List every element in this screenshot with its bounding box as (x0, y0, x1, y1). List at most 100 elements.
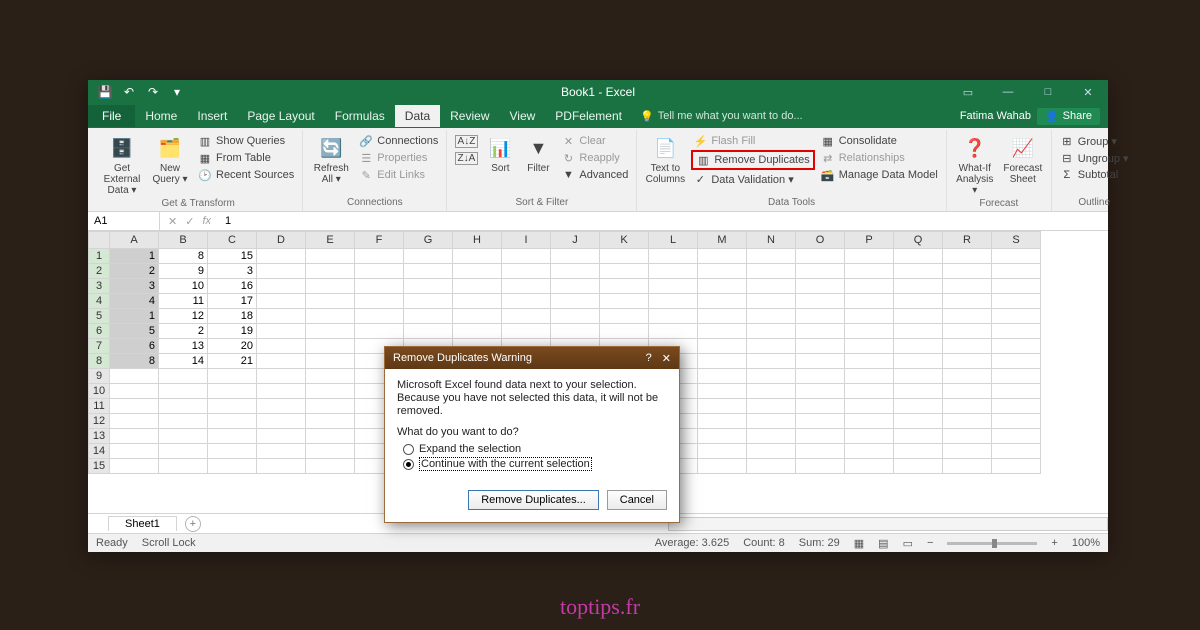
show-queries-button[interactable]: ▥Show Queries (196, 133, 296, 149)
sort-button[interactable]: 📊 Sort (483, 133, 517, 174)
flash-fill-button[interactable]: ⚡Flash Fill (691, 133, 814, 149)
redo-icon[interactable]: ↷ (144, 83, 162, 101)
sheet-tab[interactable]: Sheet1 (108, 516, 177, 531)
connections-button[interactable]: 🔗Connections (357, 133, 440, 149)
tab-view[interactable]: View (500, 105, 546, 127)
radio-icon (403, 444, 414, 455)
status-sum: Sum: 29 (799, 537, 840, 549)
forecast-sheet-button[interactable]: 📈 Forecast Sheet (1001, 133, 1045, 185)
view-layout-icon[interactable]: ▤ (878, 537, 888, 550)
recent-sources-button[interactable]: 🕑Recent Sources (196, 167, 296, 183)
sort-desc-icon: Z↓A (455, 152, 479, 165)
ribbon-options-icon[interactable]: ▭ (948, 80, 988, 104)
refresh-all-button[interactable]: 🔄 Refresh All ▾ (309, 133, 353, 185)
tab-file[interactable]: File (88, 105, 135, 127)
tab-review[interactable]: Review (440, 105, 499, 127)
text-columns-icon: 📄 (651, 135, 679, 161)
group-connections: 🔄 Refresh All ▾ 🔗Connections ☰Properties… (303, 130, 447, 211)
horizontal-scrollbar[interactable] (668, 517, 1108, 531)
titlebar: 💾 ↶ ↷ ▾ Book1 - Excel ▭ — □ ✕ (88, 80, 1108, 104)
data-validation-button[interactable]: ✓Data Validation ▾ (691, 171, 814, 187)
manage-data-model-button[interactable]: 🗃️Manage Data Model (819, 167, 940, 183)
tab-pdfelement[interactable]: PDFelement (545, 105, 632, 127)
view-pagebreak-icon[interactable]: ▭ (903, 537, 913, 550)
from-table-button[interactable]: ▦From Table (196, 150, 296, 166)
subtotal-icon: Σ (1060, 168, 1074, 182)
group-data-tools: 📄 Text to Columns ⚡Flash Fill ▥Remove Du… (637, 130, 946, 211)
radio-icon (403, 459, 414, 470)
group-get-transform: 🗄️ Get External Data ▾ 🗂️ New Query ▾ ▥S… (94, 130, 303, 211)
text-to-columns-button[interactable]: 📄 Text to Columns (643, 133, 687, 185)
group-sort-filter: A↓Z Z↓A 📊 Sort ▼ Filter ✕Clear ↻Reapply … (447, 130, 637, 211)
help-icon[interactable]: ? (646, 352, 652, 365)
sort-az-button[interactable]: A↓Z Z↓A (453, 133, 479, 165)
new-query-button[interactable]: 🗂️ New Query ▾ (148, 133, 192, 185)
status-average: Average: 3.625 (655, 537, 729, 549)
radio-expand-selection[interactable]: Expand the selection (397, 442, 667, 456)
reapply-button[interactable]: ↻Reapply (559, 150, 630, 166)
remove-duplicates-dialog-button[interactable]: Remove Duplicates... (468, 490, 599, 510)
refresh-label: Refresh All ▾ (314, 163, 349, 185)
status-bar: Ready Scroll Lock Average: 3.625 Count: … (88, 533, 1108, 552)
cancel-fx-icon[interactable]: ✕ (168, 215, 177, 228)
advanced-button[interactable]: ▼Advanced (559, 167, 630, 183)
save-icon[interactable]: 💾 (96, 83, 114, 101)
sort-label: Sort (491, 163, 509, 174)
close-dialog-icon[interactable]: ✕ (662, 352, 671, 365)
subtotal-button[interactable]: ΣSubtotal (1058, 167, 1131, 183)
maximize-icon[interactable]: □ (1028, 80, 1068, 104)
fx-icon[interactable]: fx (202, 215, 211, 227)
whatif-label: What-If Analysis ▾ (953, 163, 997, 196)
radio-label: Continue with the current selection (419, 457, 592, 471)
undo-icon[interactable]: ↶ (120, 83, 138, 101)
connections-icon: 🔗 (359, 134, 373, 148)
whatif-icon: ❓ (961, 135, 989, 161)
zoom-slider[interactable] (947, 542, 1037, 545)
edit-links-button[interactable]: ✎Edit Links (357, 167, 440, 183)
zoom-in-icon[interactable]: + (1051, 537, 1057, 549)
tab-page-layout[interactable]: Page Layout (237, 105, 324, 127)
tab-insert[interactable]: Insert (187, 105, 237, 127)
get-external-data-button[interactable]: 🗄️ Get External Data ▾ (100, 133, 144, 196)
group-forecast: ❓ What-If Analysis ▾ 📈 Forecast Sheet Fo… (947, 130, 1052, 211)
share-button[interactable]: 👤 Share (1037, 108, 1100, 125)
flash-icon: ⚡ (693, 134, 707, 148)
name-box[interactable]: A1 (88, 212, 160, 230)
remove-duplicates-button[interactable]: ▥Remove Duplicates (691, 150, 814, 170)
excel-window: 💾 ↶ ↷ ▾ Book1 - Excel ▭ — □ ✕ File Home … (88, 80, 1108, 552)
relationships-button[interactable]: ⇄Relationships (819, 150, 940, 166)
edit-links-icon: ✎ (359, 168, 373, 182)
properties-icon: ☰ (359, 151, 373, 165)
status-ready: Ready (96, 537, 128, 549)
qat-customize-icon[interactable]: ▾ (168, 83, 186, 101)
get-external-label: Get External Data ▾ (100, 163, 144, 196)
filter-label: Filter (527, 163, 549, 174)
group-button[interactable]: ⊞Group ▾ (1058, 133, 1131, 149)
database-icon: 🗄️ (108, 135, 136, 161)
clear-button[interactable]: ✕Clear (559, 133, 630, 149)
user-name[interactable]: Fatima Wahab (960, 110, 1031, 122)
tab-formulas[interactable]: Formulas (325, 105, 395, 127)
what-if-button[interactable]: ❓ What-If Analysis ▾ (953, 133, 997, 196)
properties-button[interactable]: ☰Properties (357, 150, 440, 166)
dialog-titlebar[interactable]: Remove Duplicates Warning ? ✕ (385, 347, 679, 369)
cancel-button[interactable]: Cancel (607, 490, 667, 510)
close-icon[interactable]: ✕ (1068, 80, 1108, 104)
enter-fx-icon[interactable]: ✓ (185, 215, 194, 228)
add-sheet-button[interactable]: + (185, 516, 201, 532)
tell-me-search[interactable]: 💡 Tell me what you want to do... (640, 110, 803, 123)
tab-home[interactable]: Home (135, 105, 187, 127)
consolidate-button[interactable]: ▦Consolidate (819, 133, 940, 149)
ungroup-icon: ⊟ (1060, 151, 1074, 165)
zoom-out-icon[interactable]: − (927, 537, 933, 549)
minimize-icon[interactable]: — (988, 80, 1028, 104)
zoom-level[interactable]: 100% (1072, 537, 1100, 549)
radio-continue-current[interactable]: Continue with the current selection (397, 456, 667, 472)
dialog-title: Remove Duplicates Warning (393, 352, 532, 364)
formula-input[interactable]: 1 (219, 215, 237, 227)
filter-button[interactable]: ▼ Filter (521, 133, 555, 174)
ungroup-button[interactable]: ⊟Ungroup ▾ (1058, 150, 1131, 166)
share-label: Share (1063, 110, 1092, 122)
tab-data[interactable]: Data (395, 105, 440, 127)
view-normal-icon[interactable]: ▦ (854, 537, 864, 550)
